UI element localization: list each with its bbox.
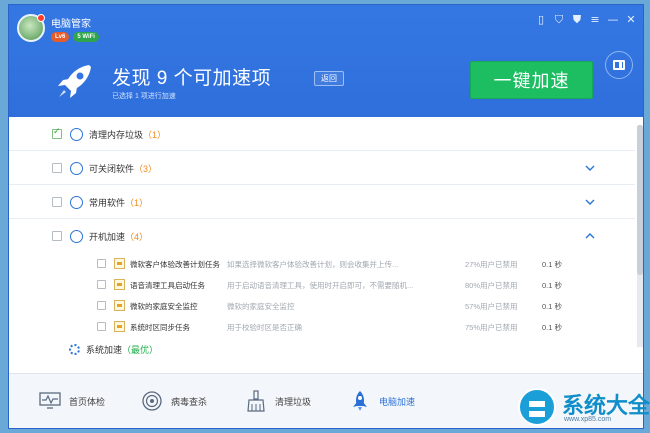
- notification-dot: [37, 14, 45, 22]
- gear-icon: [69, 344, 80, 355]
- chevron-down-icon[interactable]: [585, 197, 595, 207]
- rocket-icon: [349, 390, 371, 412]
- phone-icon[interactable]: ▯: [535, 13, 547, 25]
- item-description: 微软的家庭安全监控: [227, 302, 295, 311]
- rocket-icon: [58, 65, 91, 98]
- category-label: 开机加速（4）: [89, 232, 149, 242]
- wifi-badge[interactable]: 5 WiFi: [73, 32, 99, 42]
- header-panel: 电脑管家 Lv6 5 WiFi ▯ ⛉ ⛊ ≡ — ✕ 发现 9 个可加速项 返…: [9, 5, 643, 117]
- task-icon: [114, 258, 125, 269]
- timer-icon: [70, 128, 83, 141]
- category-label: 可关闭软件（3）: [89, 164, 158, 174]
- system-acceleration-label: 系统加速（最优）: [86, 345, 159, 355]
- item-time-saved: 0.1 秒: [542, 302, 563, 311]
- menu-icon[interactable]: ≡: [589, 13, 601, 25]
- shirt-icon[interactable]: ⛊: [571, 13, 583, 25]
- avatar[interactable]: [17, 14, 45, 42]
- nav-label: 清理垃圾: [275, 396, 312, 407]
- one-click-accelerate-button[interactable]: 一键加速: [470, 61, 593, 99]
- task-icon: [114, 279, 125, 290]
- task-icon: [114, 321, 125, 332]
- category-row-common-software[interactable]: 常用软件（1）: [9, 185, 635, 219]
- window-controls: ▯ ⛉ ⛊ ≡ — ✕: [535, 13, 637, 25]
- blocked-icon: [70, 196, 83, 209]
- item-disable-rate: 27%用户已禁用: [465, 260, 518, 269]
- side-panel-button[interactable]: [605, 51, 633, 79]
- panel-icon: [613, 60, 625, 70]
- item-name: 微软的家庭安全监控: [130, 302, 198, 311]
- system-acceleration-row[interactable]: 系统加速（最优）: [69, 343, 158, 356]
- category-checkbox[interactable]: [52, 163, 62, 173]
- monitor-icon: [39, 390, 61, 412]
- minimize-icon[interactable]: —: [607, 13, 619, 25]
- radar-icon: [141, 390, 163, 412]
- item-name: 微软客户体验改善计划任务: [130, 260, 220, 269]
- startup-item-row[interactable]: 微软的家庭安全监控 微软的家庭安全监控 57%用户已禁用 0.1 秒: [9, 295, 635, 316]
- item-description: 用于启动语音清理工具，使用时开启即可，不需要随机...: [227, 281, 414, 290]
- item-checkbox[interactable]: [97, 280, 106, 289]
- item-description: 如果选择微软客户体验改善计划，则会收集并上传...: [227, 260, 399, 269]
- scrollbar[interactable]: [637, 125, 643, 347]
- site-watermark: 系统大全 www.xp85.com: [510, 382, 650, 433]
- item-time-saved: 0.1 秒: [542, 260, 563, 269]
- app-title: 电脑管家: [51, 19, 91, 30]
- category-label: 清理内存垃圾（1）: [89, 130, 167, 140]
- category-row-memory[interactable]: 清理内存垃圾（1）: [9, 117, 635, 151]
- watermark-url: www.xp85.com: [564, 416, 612, 423]
- target-icon: [70, 162, 83, 175]
- category-checkbox[interactable]: [52, 231, 62, 241]
- nav-home-checkup[interactable]: 首页体检: [39, 390, 105, 412]
- item-checkbox[interactable]: [97, 322, 106, 331]
- nav-label: 首页体检: [69, 396, 106, 407]
- startup-item-row[interactable]: 系统时区同步任务 用于校验时区是否正确 75%用户已禁用 0.1 秒: [9, 316, 635, 337]
- category-checkbox[interactable]: [52, 127, 62, 139]
- item-disable-rate: 57%用户已禁用: [465, 302, 518, 311]
- item-name: 语音清理工具启动任务: [130, 281, 205, 290]
- level-badge[interactable]: Lv6: [51, 32, 70, 42]
- chevron-up-icon[interactable]: [585, 231, 595, 241]
- category-checkbox[interactable]: [52, 197, 62, 207]
- nav-label: 病毒查杀: [171, 396, 208, 407]
- nav-clean-junk[interactable]: 清理垃圾: [245, 390, 311, 412]
- item-disable-rate: 75%用户已禁用: [465, 323, 518, 332]
- acceleration-list: 清理内存垃圾（1） 可关闭软件（3） 常用软件（1） 开机加速（4） 微软客户体…: [9, 117, 635, 367]
- item-name: 系统时区同步任务: [130, 323, 190, 332]
- item-checkbox[interactable]: [97, 259, 106, 268]
- user-badges: Lv6 5 WiFi: [51, 32, 99, 42]
- nav-virus-scan[interactable]: 病毒查杀: [141, 390, 207, 412]
- scan-result-headline: 发现 9 个可加速项: [112, 68, 272, 89]
- item-time-saved: 0.1 秒: [542, 323, 563, 332]
- app-window: 电脑管家 Lv6 5 WiFi ▯ ⛉ ⛊ ≡ — ✕ 发现 9 个可加速项 返…: [8, 4, 644, 429]
- category-label: 常用软件（1）: [89, 198, 149, 208]
- category-row-startup[interactable]: 开机加速（4）: [9, 219, 635, 253]
- scrollbar-thumb[interactable]: [637, 125, 643, 275]
- chevron-down-icon[interactable]: [585, 163, 595, 173]
- selection-summary: 已选择 1 项进行加速: [112, 93, 176, 100]
- nav-pc-acceleration[interactable]: 电脑加速: [349, 390, 415, 412]
- item-disable-rate: 80%用户已禁用: [465, 281, 518, 290]
- power-icon: [70, 230, 83, 243]
- item-time-saved: 0.1 秒: [542, 281, 563, 290]
- startup-item-row[interactable]: 微软客户体验改善计划任务 如果选择微软客户体验改善计划，则会收集并上传... 2…: [9, 253, 635, 274]
- broom-icon: [245, 390, 267, 412]
- task-icon: [114, 300, 125, 311]
- startup-item-row[interactable]: 语音清理工具启动任务 用于启动语音清理工具，使用时开启即可，不需要随机... 8…: [9, 274, 635, 295]
- watermark-logo: [518, 388, 556, 426]
- nav-label: 电脑加速: [379, 396, 416, 407]
- back-button[interactable]: 返回: [314, 71, 344, 86]
- category-row-closable-software[interactable]: 可关闭软件（3）: [9, 151, 635, 185]
- item-checkbox[interactable]: [97, 301, 106, 310]
- close-icon[interactable]: ✕: [625, 13, 637, 25]
- shield-icon[interactable]: ⛉: [553, 13, 565, 25]
- item-description: 用于校验时区是否正确: [227, 323, 302, 332]
